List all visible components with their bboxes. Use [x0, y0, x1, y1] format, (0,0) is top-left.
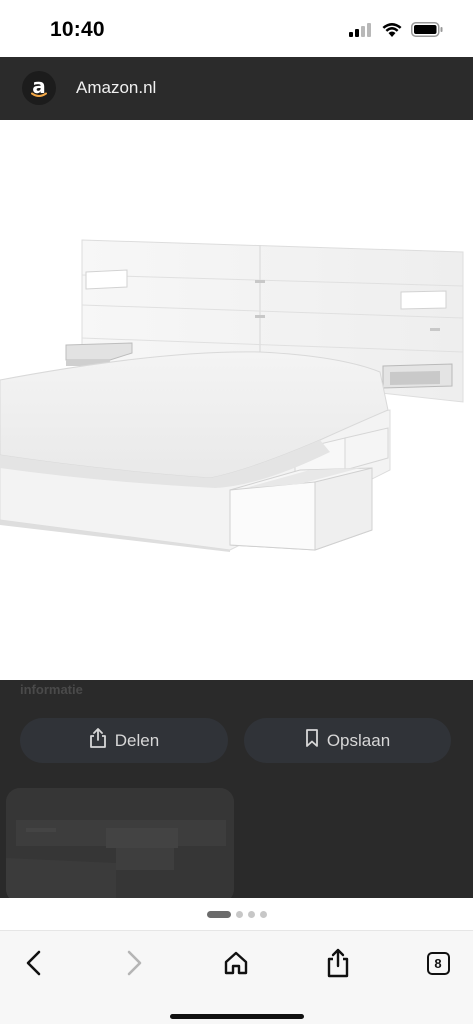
cellular-signal-icon [349, 22, 373, 42]
status-icons [349, 22, 443, 42]
home-button[interactable] [214, 941, 258, 985]
share-page-button[interactable] [316, 941, 360, 985]
home-indicator [170, 1014, 304, 1019]
share-button[interactable]: Delen [20, 718, 228, 763]
save-button[interactable]: Opslaan [244, 718, 451, 763]
status-bar: 10:40 [0, 0, 473, 57]
share-icon [89, 728, 107, 753]
bookmark-icon [305, 729, 319, 752]
related-bed-image [6, 788, 234, 898]
browser-toolbar: 8 [0, 930, 473, 1024]
page-dot-active [206, 910, 231, 918]
bottom-sheet: informatie Delen Opslaan [0, 680, 473, 898]
share-label: Delen [114, 730, 160, 750]
tabs-button[interactable]: 8 [416, 941, 460, 985]
site-name[interactable]: Amazon.nl [76, 78, 156, 98]
tab-count: 8 [426, 951, 450, 975]
chevron-right-icon [127, 950, 142, 976]
chevron-left-icon [26, 950, 41, 976]
page-dot [235, 910, 243, 918]
share-icon [327, 948, 349, 978]
smile-icon [31, 92, 47, 97]
status-time: 10:40 [50, 18, 105, 41]
site-header: a Amazon.nl [0, 57, 473, 120]
image-viewer[interactable] [0, 120, 473, 680]
home-icon [224, 951, 248, 975]
site-logo[interactable]: a [22, 71, 56, 105]
related-image-thumbnail[interactable] [6, 788, 234, 898]
page-dot [247, 910, 255, 918]
battery-icon [411, 22, 443, 42]
page-dot [259, 910, 267, 918]
forward-button[interactable] [112, 941, 156, 985]
save-label: Opslaan [326, 730, 391, 750]
back-button[interactable] [12, 941, 56, 985]
wifi-icon [382, 22, 402, 42]
section-label: informatie [20, 682, 83, 697]
page-indicator[interactable] [0, 898, 473, 930]
bed-product-image [0, 239, 464, 552]
